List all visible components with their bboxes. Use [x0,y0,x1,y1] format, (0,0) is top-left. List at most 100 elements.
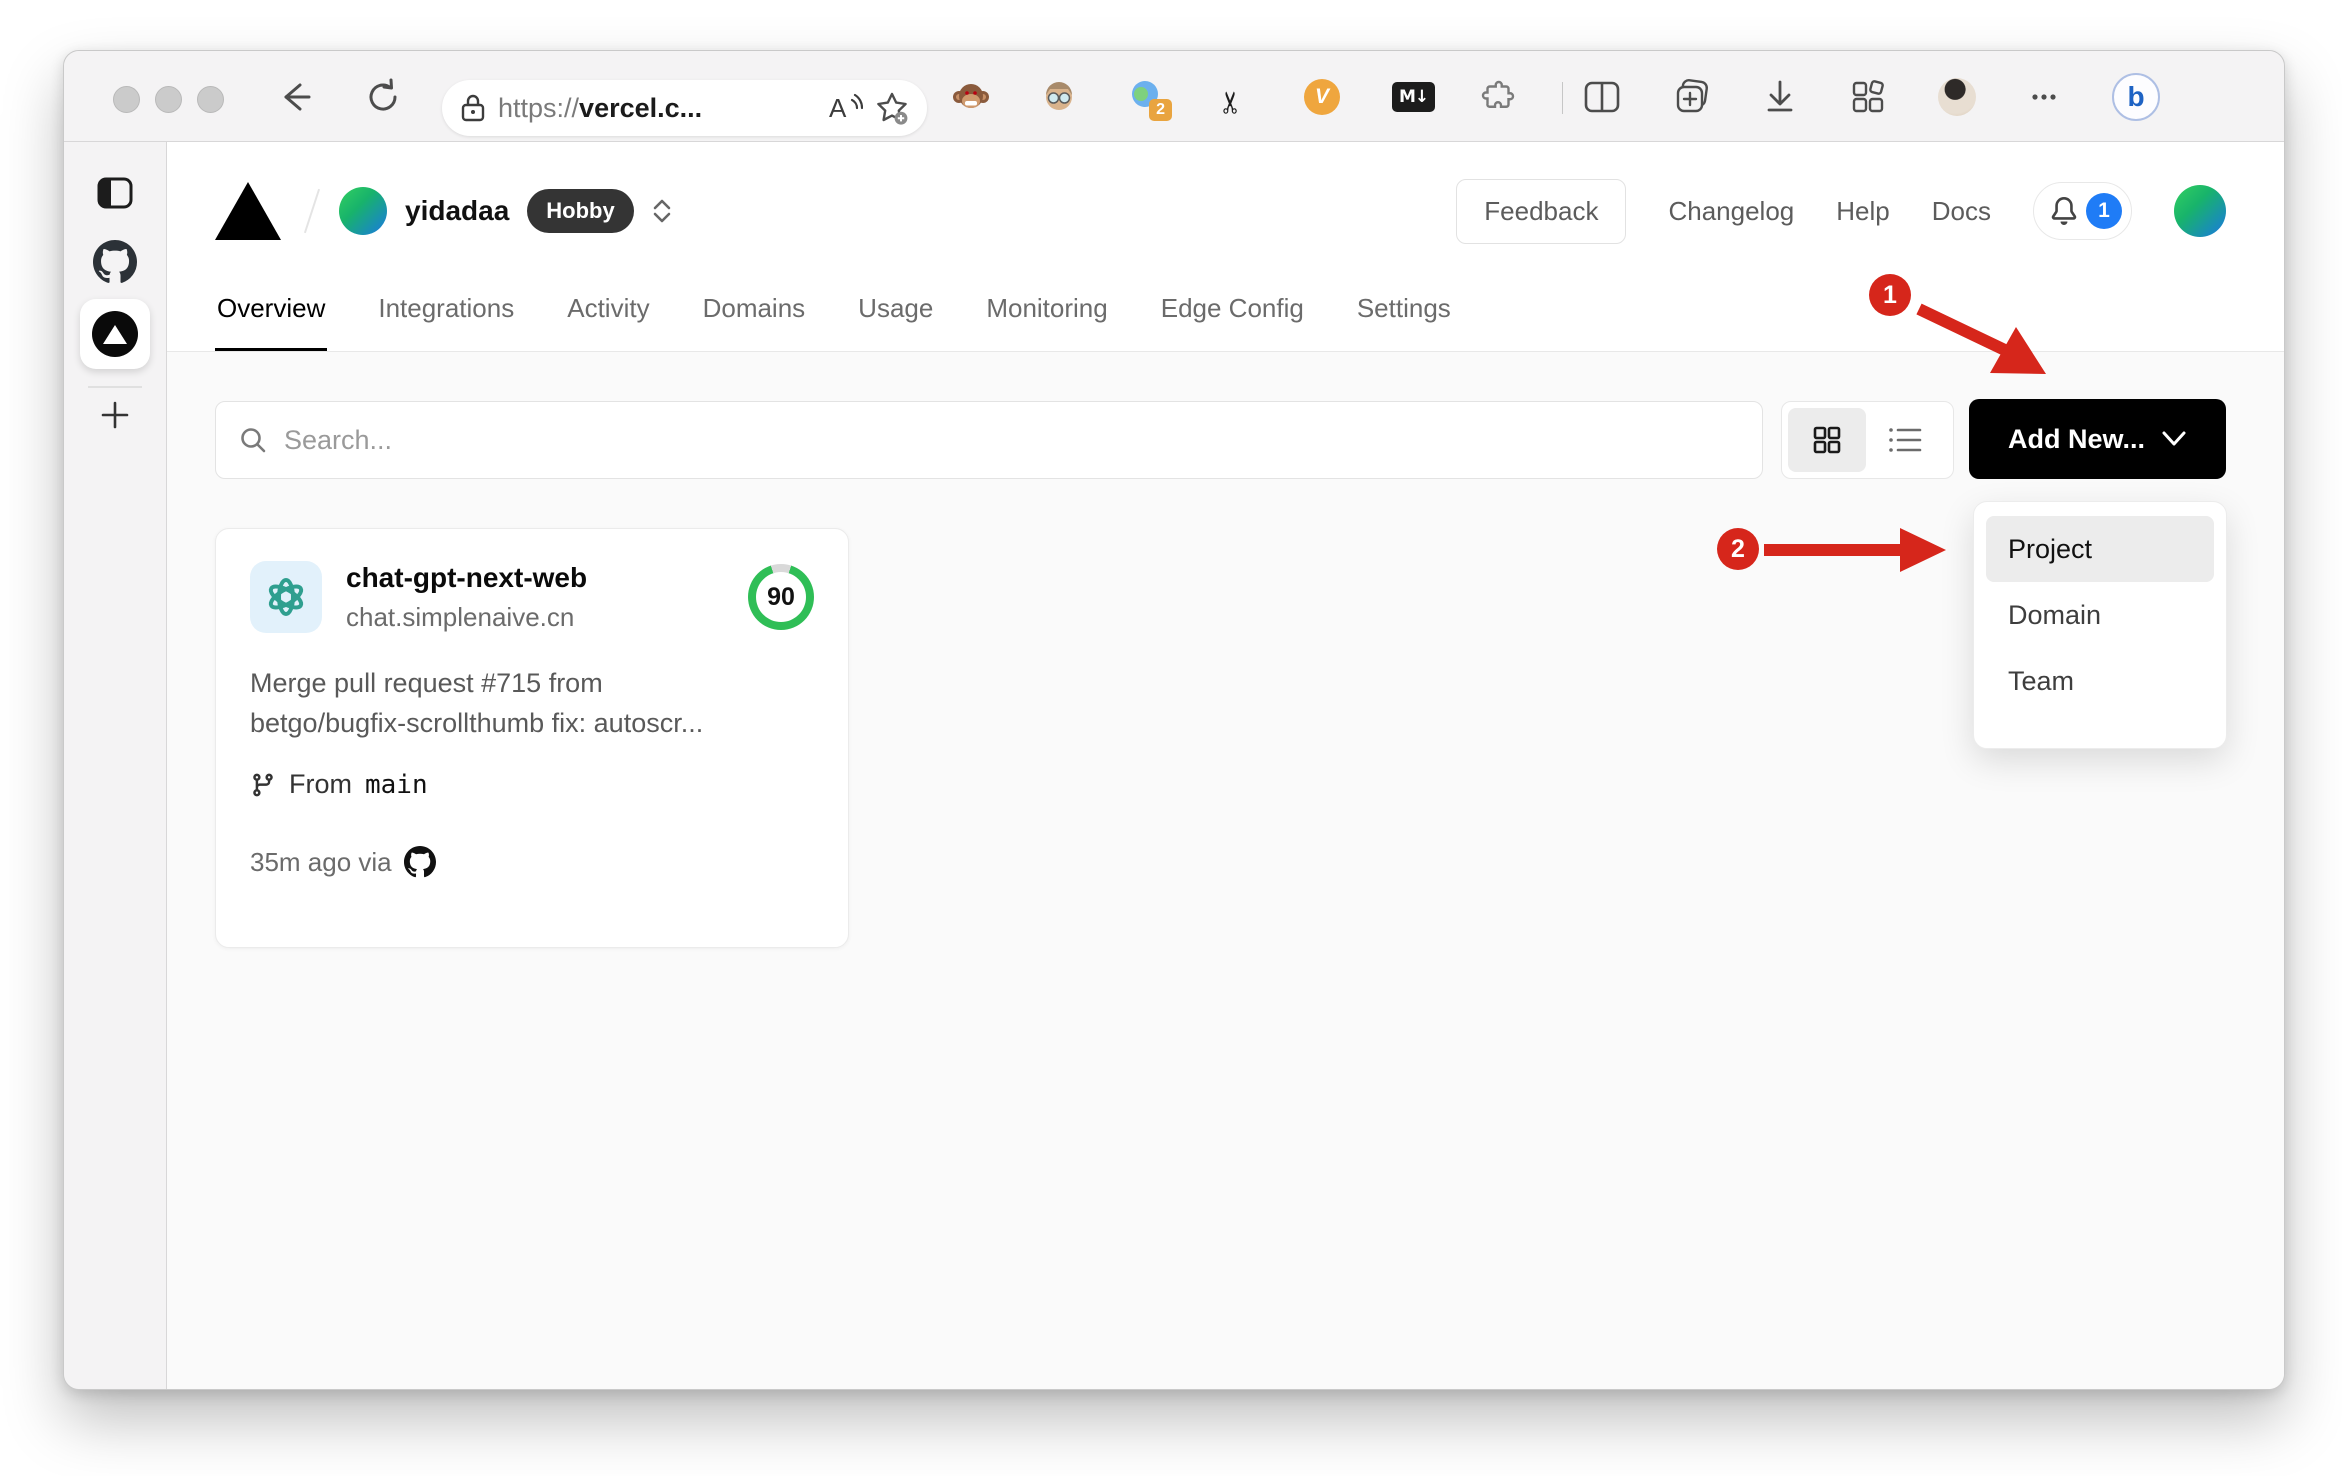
tab-monitoring[interactable]: Monitoring [984,293,1109,351]
page-header: yidadaa Hobby Feedback Changelog Help Do… [167,142,2284,352]
from-label: From [289,769,352,799]
sidebar-panel-icon[interactable] [96,176,134,210]
dropdown-item-project[interactable]: Project [1986,516,2214,582]
tab-activity[interactable]: Activity [565,293,651,351]
list-view-button[interactable] [1866,408,1944,472]
traffic-lights [113,86,224,113]
add-new-dropdown: Project Domain Team [1973,501,2227,749]
list-view-icon [1889,428,1922,452]
extensions-group: 2 ✂ V M↓ [952,75,1516,121]
toolbar-right-group: b [1582,73,2160,121]
project-name[interactable]: chat-gpt-next-web [346,562,587,594]
edge-sidebar [64,142,167,1389]
add-new-button[interactable]: Add New... [1969,399,2226,479]
github-icon [403,846,436,878]
refresh-button[interactable] [361,75,405,119]
vercel-tab-icon [92,311,138,357]
bing-chat-icon[interactable]: b [2112,73,2160,121]
tab-usage[interactable]: Usage [856,293,935,351]
tab-edge-config[interactable]: Edge Config [1159,293,1306,351]
user-avatar[interactable] [2174,185,2226,237]
dropdown-item-team[interactable]: Team [1986,648,2214,714]
view-toggle [1781,401,1954,479]
collections-icon[interactable] [1672,77,1712,117]
vercel-logo[interactable] [215,182,281,240]
notifications-button[interactable]: 1 [2033,182,2132,240]
markdown-extension-icon[interactable]: M↓ [1392,77,1436,117]
scissors-extension-icon[interactable]: ✂ [1214,79,1254,115]
search-input[interactable] [284,424,1740,456]
person-extension-icon[interactable] [1040,77,1076,117]
commit-message: Merge pull request #715 from betgo/bugfi… [250,663,814,743]
tab-integrations[interactable]: Integrations [376,293,516,351]
team-name[interactable]: yidadaa [405,195,509,227]
chevron-down-icon [2162,431,2186,446]
tab-domains[interactable]: Domains [701,293,808,351]
dropdown-item-domain[interactable]: Domain [1986,582,2214,648]
sidebar-divider [88,386,142,388]
deploy-meta-row: 35m ago via [250,846,814,878]
card-top: chat-gpt-next-web chat.simplenaive.cn 90 [250,561,814,633]
branch-row: From main [250,769,814,800]
extension-count-badge: 2 [1149,99,1172,121]
read-aloud-icon[interactable]: A [827,92,863,124]
github-tab-icon[interactable] [93,240,137,284]
feedback-button[interactable]: Feedback [1456,178,1627,244]
annotation-step-1: 1 [1869,274,1911,316]
annotation-step-2: 2 [1717,528,1759,570]
breadcrumb-slash [303,188,321,234]
vercel-page: yidadaa Hobby Feedback Changelog Help Do… [167,142,2284,1389]
project-favicon [250,561,322,633]
zoom-button[interactable] [197,86,224,113]
url-text: https://vercel.c... [498,92,703,123]
team-avatar[interactable] [339,187,387,235]
translate-extension-icon[interactable]: 2 [1128,77,1172,121]
bell-icon [2051,197,2077,225]
nav-tabs: Overview Integrations Activity Domains U… [215,293,1453,351]
help-link[interactable]: Help [1836,196,1889,227]
project-card[interactable]: chat-gpt-next-web chat.simplenaive.cn 90… [215,528,849,948]
score-ring[interactable]: 90 [748,564,814,630]
team-row: yidadaa Hobby Feedback Changelog Help Do… [215,176,2226,246]
grid-view-icon [1813,426,1841,454]
apps-launcher-icon[interactable] [1848,77,1888,117]
search-icon [238,425,268,455]
address-bar[interactable]: https://vercel.c... A [442,80,927,136]
browser-profile-avatar[interactable] [1938,78,1976,116]
git-branch-icon [253,773,273,796]
lock-icon [460,93,486,123]
monkey-extension-icon[interactable] [952,77,989,117]
notification-count-badge: 1 [2086,193,2122,229]
vercel-tab-active[interactable] [80,299,150,369]
docs-link[interactable]: Docs [1932,196,1991,227]
svg-text:A: A [829,93,847,123]
new-tab-button[interactable] [98,398,132,432]
team-switcher-icon[interactable] [650,197,674,225]
minimize-button[interactable] [155,86,182,113]
page-content: Add New... [167,352,2284,1389]
back-button[interactable] [273,75,317,119]
search-box [215,401,1763,479]
header-right: Feedback Changelog Help Docs 1 [1456,178,2226,244]
close-button[interactable] [113,86,140,113]
commit-line-1: Merge pull request #715 from [250,668,603,698]
plan-badge: Hobby [527,189,634,233]
project-domain[interactable]: chat.simplenaive.cn [346,602,587,633]
v-extension-icon[interactable]: V [1304,77,1340,117]
grid-view-button[interactable] [1788,408,1866,472]
browser-window: https://vercel.c... A 2 ✂ V M↓ b yidadaa… [63,50,2285,1390]
changelog-link[interactable]: Changelog [1668,196,1794,227]
score-value: 90 [756,572,806,622]
tab-settings[interactable]: Settings [1355,293,1453,351]
download-icon[interactable] [1762,78,1798,116]
deploy-time: 35m ago via [250,846,392,877]
more-menu-icon[interactable] [2026,79,2062,115]
browser-toolbar: https://vercel.c... A 2 ✂ V M↓ b [64,51,2284,142]
tab-overview[interactable]: Overview [215,293,328,351]
favorite-star-icon[interactable] [875,91,909,125]
split-screen-icon[interactable] [1582,79,1622,115]
openai-logo-icon [268,578,304,616]
puzzle-extensions-icon[interactable] [1480,77,1516,117]
branch-name: main [365,769,428,800]
add-new-label: Add New... [2007,423,2145,454]
